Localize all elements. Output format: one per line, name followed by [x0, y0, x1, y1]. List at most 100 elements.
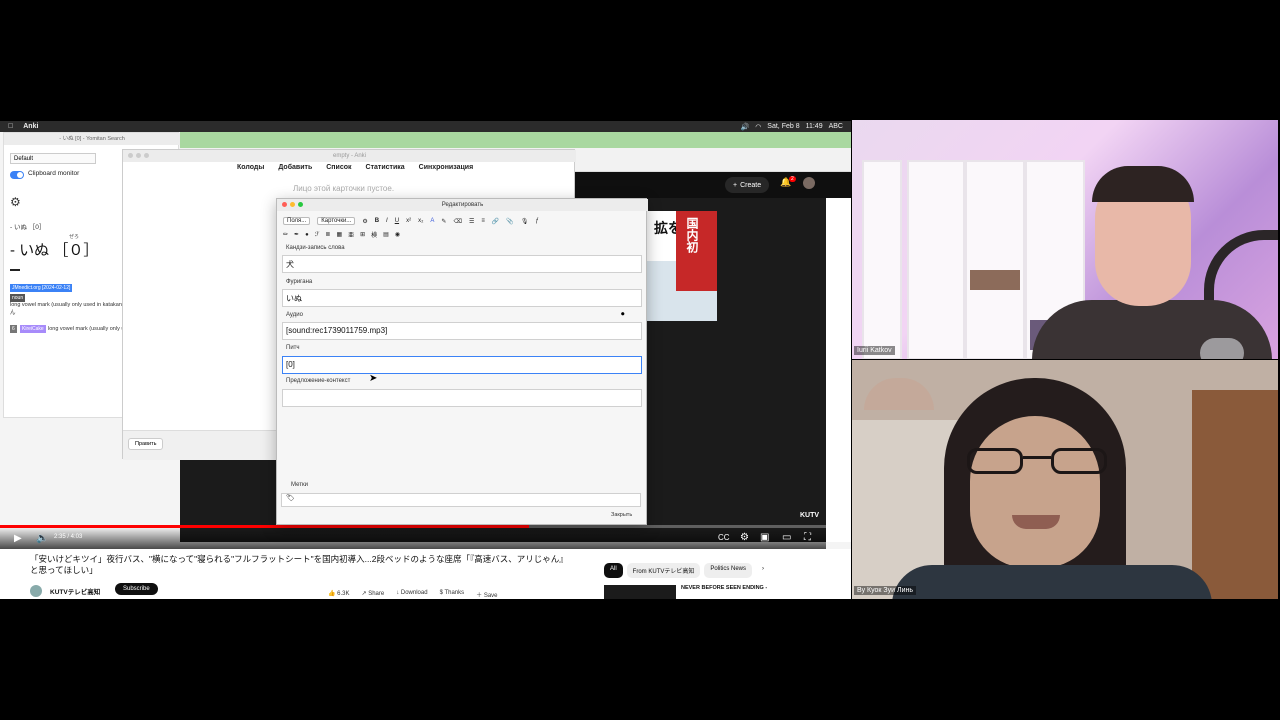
formula-icon[interactable]: ƒ [535, 218, 538, 224]
chip-politics[interactable]: Politics News [704, 563, 753, 578]
bookshelf [965, 160, 1025, 359]
nav-browse[interactable]: Список [326, 164, 351, 171]
nav-decks[interactable]: Колоды [237, 164, 264, 171]
like-button[interactable]: 👍 6.3K [328, 590, 349, 599]
channel-name[interactable]: KUTVテレビ高知 [50, 586, 100, 596]
browser-tab-strip[interactable] [180, 132, 851, 148]
edit-button[interactable]: Править [128, 438, 164, 450]
thanks-button[interactable]: $ Thanks [440, 590, 465, 599]
ruby-icon[interactable]: 亜 [348, 230, 354, 239]
menubar-app-name[interactable]: Anki [23, 123, 38, 130]
kanji-icon[interactable]: 検 [371, 230, 377, 239]
participant-video-1[interactable]: Iurii Katkov [852, 120, 1278, 359]
settings-icon[interactable]: ⚙ [740, 532, 749, 543]
tags-section-label: Метки [291, 482, 308, 488]
menubar-time[interactable]: 11:49 [806, 123, 823, 131]
divider [10, 269, 20, 271]
fields-button[interactable]: Поля... [283, 217, 311, 225]
create-button[interactable]: + Create [725, 177, 770, 193]
gear-icon[interactable]: ⚙ [10, 195, 21, 209]
apple-icon[interactable]:  [8, 123, 13, 130]
record-icon[interactable]: ⏺ [621, 311, 625, 319]
participant-video-2[interactable]: Ву Куок Зуи Линь [852, 360, 1278, 599]
list-icon[interactable]: ☰ [469, 218, 474, 225]
link-icon[interactable]: 🔗 [492, 218, 499, 225]
glasses [967, 448, 1107, 474]
table-icon[interactable]: ▦ [336, 231, 342, 238]
theater-icon[interactable]: ▭ [782, 532, 791, 543]
chevron-right-icon[interactable]: › [756, 563, 770, 578]
download-button[interactable]: ↓ Download [396, 590, 427, 599]
close-editor-button[interactable]: Закрыть [611, 512, 632, 518]
chip-all[interactable]: All [604, 563, 623, 578]
recommended-title[interactable]: NEVER BEFORE SEEN ENDING - [681, 585, 767, 591]
editor-titlebar[interactable]: Редактировать [277, 199, 648, 211]
volume-icon[interactable]: 🔈 [36, 533, 48, 544]
grid-icon[interactable]: ⊞ [360, 231, 365, 238]
volume-icon[interactable]: 🔊 [740, 123, 749, 131]
wifi-icon[interactable]: ◠ [755, 123, 761, 131]
mouse-cursor: ➤ [369, 373, 378, 384]
save-button[interactable]: ＋ Save [476, 590, 497, 599]
smile [1012, 515, 1060, 529]
captions-icon[interactable]: CC [718, 533, 730, 542]
align-icon[interactable]: ≣ [325, 231, 330, 238]
field-kanji[interactable]: 犬 [282, 255, 642, 273]
text-color-icon[interactable]: A [430, 218, 434, 224]
video-title: 「安いけどキツイ」夜行バス、"横になって"寝られる"フルフラットシート"を国内初… [30, 554, 590, 576]
close-dot[interactable] [282, 202, 287, 207]
fullscreen-icon[interactable]: ⛶ [804, 532, 811, 543]
field-audio[interactable]: [sound:rec1739011759.mp3] [282, 322, 642, 340]
close-dot[interactable] [128, 153, 133, 158]
recommended-thumbnail[interactable] [604, 585, 676, 599]
miniplayer-icon[interactable]: ▣ [760, 532, 769, 543]
zoom-dot[interactable] [144, 153, 149, 158]
share-button[interactable]: ↗ Share [361, 590, 384, 599]
play-icon[interactable]: ▶ [14, 533, 22, 544]
field-label-pitch: Питч [286, 345, 300, 351]
minimize-dot[interactable] [290, 202, 295, 207]
background-cabinet [1192, 390, 1278, 599]
minimize-dot[interactable] [136, 153, 141, 158]
yomitan-titlebar[interactable]: - いぬ [0] - Yomitan Search [4, 133, 180, 145]
nav-sync[interactable]: Синхронизация [419, 164, 474, 171]
eraser-icon[interactable]: ⌫ [453, 218, 461, 225]
mic-icon[interactable]: 🎙 [521, 218, 529, 225]
pen-icon[interactable]: ✒ [294, 231, 299, 238]
tags-input[interactable]: 🏷 [281, 493, 641, 507]
field-furigana[interactable]: いぬ [282, 289, 642, 307]
field-pitch[interactable]: [0] [282, 356, 642, 374]
clipboard-toggle[interactable] [10, 171, 24, 179]
stack-icon[interactable]: ▤ [383, 231, 389, 238]
chip-from-channel[interactable]: From KUTVテレビ高知 [626, 563, 701, 578]
ordered-list-icon[interactable]: ≡ [481, 218, 485, 224]
italic-icon[interactable]: I [386, 218, 388, 224]
superscript-icon[interactable]: x² [406, 218, 411, 224]
menubar-date[interactable]: Sat, Feb 8 [767, 123, 799, 131]
clipboard-label: Clipboard monitor [28, 170, 80, 177]
brush-icon[interactable]: ✏ [283, 231, 288, 238]
gear-icon[interactable]: ⚙ [362, 218, 367, 225]
profile-select[interactable]: Default [10, 153, 96, 164]
dark-circle-icon[interactable]: ◉ [395, 231, 400, 238]
bookshelf [907, 160, 965, 359]
underline-icon[interactable]: U [395, 218, 399, 224]
zoom-dot[interactable] [298, 202, 303, 207]
cards-button[interactable]: Карточки... [317, 217, 356, 225]
nav-stats[interactable]: Статистика [366, 164, 405, 171]
bold-icon[interactable]: B [375, 218, 379, 224]
nav-add[interactable]: Добавить [278, 164, 312, 171]
circle-icon[interactable]: ● [305, 232, 309, 238]
format-icon[interactable]: ℱ [315, 231, 320, 238]
highlight-icon[interactable]: ✎ [441, 218, 446, 225]
avatar[interactable] [803, 177, 815, 189]
youtube-header: + Create 🔔 2 [575, 172, 851, 198]
channel-avatar[interactable] [30, 585, 42, 597]
field-sentence[interactable] [282, 389, 642, 407]
field-label-sentence: Предложение-контекст [286, 378, 351, 384]
subscript-icon[interactable]: x₂ [418, 218, 423, 224]
subscribe-button[interactable]: Subscribe [115, 583, 158, 595]
anki-titlebar[interactable]: empty - Anki [123, 150, 576, 162]
menubar-lang[interactable]: ABC [829, 123, 843, 131]
attach-icon[interactable]: 📎 [506, 218, 513, 225]
